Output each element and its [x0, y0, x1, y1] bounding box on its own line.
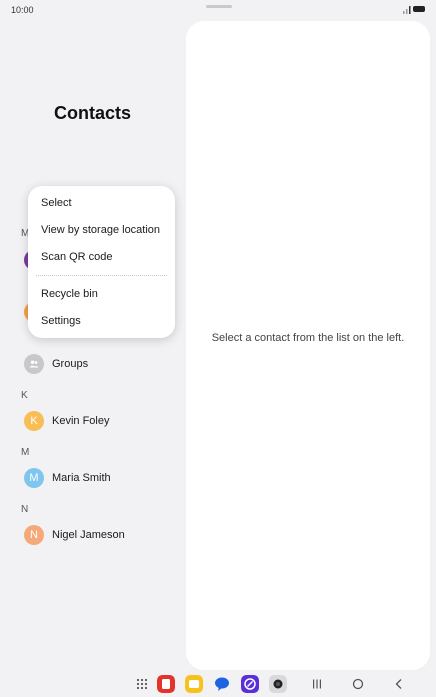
battery-icon [413, 6, 425, 12]
menu-item-view-by-storage[interactable]: View by storage location [28, 217, 175, 243]
contact-name: Maria Smith [52, 472, 111, 484]
section-header: M [21, 447, 30, 458]
contact-avatar: N [24, 525, 44, 545]
drag-handle[interactable] [206, 5, 232, 8]
menu-item-recycle-bin[interactable]: Recycle bin [28, 281, 175, 307]
contacts-list-pane: Contacts M Groups K K Kevin Foley M M Ma… [0, 20, 180, 670]
contact-avatar: K [24, 411, 44, 431]
recents-icon[interactable] [308, 675, 326, 693]
groups-icon [24, 354, 44, 374]
camera-app-icon[interactable] [269, 675, 287, 693]
groups-label: Groups [52, 358, 89, 370]
navigation-bar [0, 672, 436, 697]
empty-state-message: Select a contact from the list on the le… [211, 332, 405, 344]
groups-row[interactable]: Groups [0, 349, 180, 381]
contact-name: Nigel Jameson [52, 529, 125, 541]
yellow-app-icon[interactable] [185, 675, 203, 693]
contact-detail-pane: Select a contact from the list on the le… [186, 21, 430, 670]
contact-name: Kevin Foley [52, 415, 110, 427]
red-app-icon[interactable] [157, 675, 175, 693]
menu-item-scan-qr[interactable]: Scan QR code [28, 244, 175, 270]
menu-item-settings[interactable]: Settings [28, 308, 175, 334]
chat-app-icon[interactable] [213, 675, 231, 693]
back-icon[interactable] [390, 675, 408, 693]
contact-row[interactable]: N Nigel Jameson [0, 520, 180, 552]
contact-row[interactable]: K Kevin Foley [0, 406, 180, 438]
section-header: K [21, 390, 28, 401]
signal-icon [403, 6, 411, 14]
purple-app-icon[interactable] [241, 675, 259, 693]
contact-row[interactable]: M Maria Smith [0, 463, 180, 495]
menu-item-select[interactable]: Select [28, 190, 175, 216]
menu-divider [36, 275, 167, 276]
section-header: N [21, 504, 29, 515]
contact-avatar: M [24, 468, 44, 488]
apps-grid-icon[interactable] [133, 675, 151, 693]
home-icon[interactable] [349, 675, 367, 693]
status-bar: 10:00 [0, 0, 436, 20]
status-time: 10:00 [11, 5, 34, 15]
page-title: Contacts [54, 103, 132, 123]
overflow-menu: Select View by storage location Scan QR … [28, 186, 175, 338]
